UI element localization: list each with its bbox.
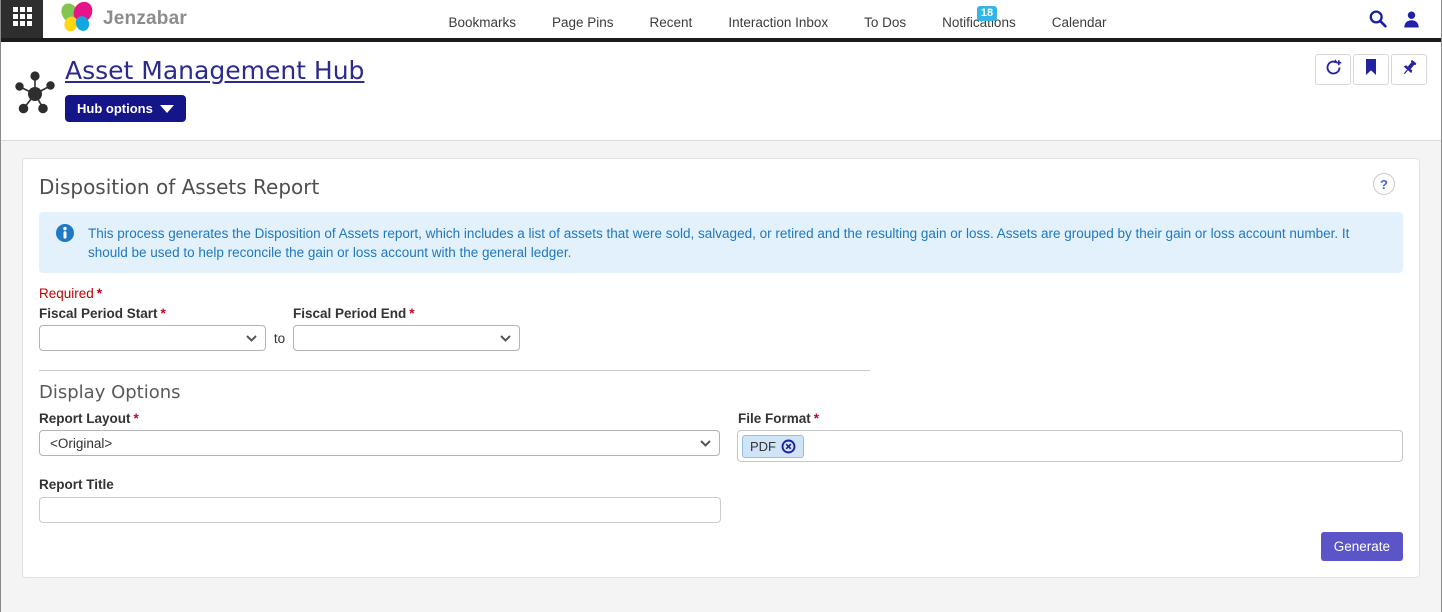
nav-label: To Dos — [864, 15, 906, 30]
circle-x-icon[interactable] — [781, 439, 796, 454]
required-asterisk: * — [406, 306, 414, 321]
report-layout-select[interactable]: <Original> — [39, 430, 720, 456]
refresh-add-icon — [1323, 57, 1344, 83]
required-note: Required* — [39, 286, 1403, 301]
top-bar: Jenzabar Bookmarks Page Pins Recent Inte… — [1, 0, 1441, 38]
info-message-text: This process generates the Disposition o… — [88, 223, 1387, 262]
nav-label: Calendar — [1052, 15, 1107, 30]
report-title-heading: Disposition of Assets Report — [39, 175, 1403, 199]
fiscal-period-end-label: Fiscal Period End* — [293, 306, 415, 321]
brand-name: Jenzabar — [103, 8, 187, 30]
topnav-item-notifications[interactable]: 18 Notifications — [941, 13, 1017, 32]
pin-icon — [1400, 58, 1419, 82]
nav-label: Interaction Inbox — [728, 15, 828, 30]
required-asterisk: * — [94, 286, 102, 301]
report-title-input[interactable] — [39, 497, 721, 523]
required-asterisk: * — [131, 411, 139, 426]
to-label: to — [266, 331, 293, 346]
fiscal-period-end-select[interactable] — [293, 325, 520, 351]
top-navigation: Bookmarks Page Pins Recent Interaction I… — [447, 0, 1107, 38]
report-card: Disposition of Assets Report ? This proc… — [22, 158, 1420, 578]
search-icon[interactable] — [1368, 9, 1388, 29]
report-title-label: Report Title — [39, 477, 1403, 492]
file-format-chip: PDF — [742, 435, 804, 458]
page-title-link[interactable]: Asset Management Hub — [65, 56, 364, 85]
question-mark-icon: ? — [1380, 177, 1388, 192]
grid-icon — [13, 7, 32, 31]
required-asterisk: * — [158, 306, 166, 321]
hub-options-button[interactable]: Hub options — [65, 95, 186, 122]
add-to-recent-button[interactable] — [1315, 54, 1351, 85]
hub-options-label: Hub options — [77, 101, 153, 116]
info-icon — [55, 223, 75, 248]
help-button[interactable]: ? — [1373, 173, 1395, 195]
bookmark-page-button[interactable] — [1353, 54, 1389, 85]
nav-label: Page Pins — [552, 15, 614, 30]
file-format-label: File Format* — [738, 411, 819, 426]
topnav-item-recent[interactable]: Recent — [649, 13, 694, 32]
hub-network-icon — [12, 64, 58, 126]
pin-page-button[interactable] — [1391, 54, 1427, 85]
topnav-item-page-pins[interactable]: Page Pins — [551, 13, 615, 32]
topnav-item-calendar[interactable]: Calendar — [1051, 13, 1108, 32]
chevron-down-icon — [160, 105, 174, 113]
topnav-item-to-dos[interactable]: To Dos — [863, 13, 907, 32]
fiscal-period-start-select[interactable] — [39, 325, 266, 351]
required-asterisk: * — [811, 411, 819, 426]
display-options-heading: Display Options — [39, 382, 1403, 403]
bookmark-icon — [1363, 58, 1379, 81]
nav-label: Recent — [650, 15, 693, 30]
fiscal-period-start-label: Fiscal Period Start* — [39, 306, 293, 321]
user-icon[interactable] — [1402, 10, 1421, 29]
info-message: This process generates the Disposition o… — [39, 212, 1403, 273]
butterfly-logo-icon — [57, 2, 97, 37]
hub-header: Asset Management Hub Hub options — [1, 42, 1441, 141]
brand-logo[interactable]: Jenzabar — [43, 0, 197, 38]
file-format-field[interactable]: PDF — [737, 430, 1403, 462]
notifications-badge: 18 — [977, 6, 997, 21]
nav-label: Bookmarks — [448, 15, 516, 30]
chip-label: PDF — [750, 439, 776, 454]
app-menu-button[interactable] — [1, 0, 43, 38]
topnav-item-bookmarks[interactable]: Bookmarks — [447, 13, 517, 32]
section-divider — [39, 370, 870, 371]
report-layout-label: Report Layout* — [39, 411, 738, 426]
generate-button[interactable]: Generate — [1321, 532, 1403, 561]
topnav-item-interaction-inbox[interactable]: Interaction Inbox — [727, 13, 829, 32]
